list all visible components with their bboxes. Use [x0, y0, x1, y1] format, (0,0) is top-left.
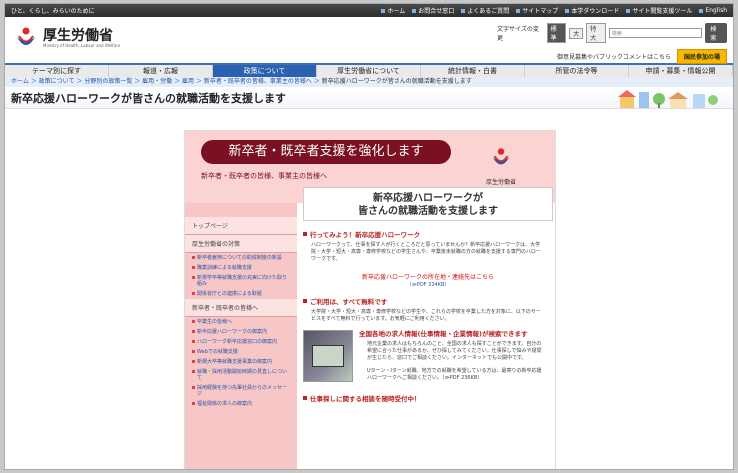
nav-laws[interactable]: 所管の法令等 [525, 65, 629, 77]
utility-link-home[interactable]: ホーム [381, 6, 405, 15]
section-heading-search: 全国各地の求人情報(仕事情報・企業情報)が検索できます [359, 330, 528, 338]
logo-title: 厚生労働省 [43, 27, 113, 44]
ministry-mark: 厚生労働省 [469, 145, 533, 186]
font-size-label: 文字サイズの変更 [497, 26, 539, 42]
ministry-logo-icon [17, 27, 35, 45]
town-illustration-icon [618, 90, 718, 108]
job-search-block: 全国各地の求人情報(仕事情報・企業情報)が検索できます 地元企業の求人はもちろん… [303, 330, 553, 385]
tagline: ひと、くらし、みらいのために [11, 8, 95, 15]
font-size-xlarge-button[interactable]: 特大 [586, 23, 606, 43]
breadcrumb-current: 新卒応援ハローワークが皆さんの就職活動を支援します [321, 78, 472, 85]
nav-statistics[interactable]: 統計情報・白書 [421, 65, 525, 77]
site-header: 厚生労働省 Ministry of Health, Labour and Wel… [5, 17, 733, 64]
utility-link-download[interactable]: 本学ダウンロード [565, 6, 619, 15]
section-text-free: 大学院・大学・短大・高専・専修学校などの学生や、これらの学校を卒業した方を対象に… [311, 309, 541, 322]
breadcrumb-home[interactable]: ホーム [11, 78, 29, 85]
campaign-subtitle: 新卒者・既卒者の皆様、事業主の皆様へ [201, 172, 327, 180]
sidebar-measures-heading: 厚生労働省の対策 [185, 235, 297, 253]
section-heading-free: ご利用は、すべて無料です [303, 296, 553, 306]
section-heading-consult: 仕事探しに関する相談を随時受付中！ [303, 393, 553, 403]
ministry-mark-label: 厚生労働省 [485, 179, 516, 186]
nav-about[interactable]: 厚生労働省について [317, 65, 421, 77]
sidebar-graduate-item[interactable]: 卒業生の皆様へ [185, 317, 297, 327]
sidebar-graduate-item[interactable]: 福祉関係の求人の御案内 [185, 399, 297, 409]
utility-link-english[interactable]: English [699, 6, 727, 15]
global-nav: テーマ別に探す 報道・広報 政策について 厚生労働省について 統計情報・白書 所… [5, 63, 733, 77]
campaign-title: 新卒応援ハローワークが 皆さんの就職活動を支援します [303, 187, 553, 221]
sidebar-measure-item[interactable]: 関係省庁との連携による取組 [185, 289, 297, 299]
section-heading-visit: 行ってみよう！新卒応援ハローワーク [303, 229, 553, 239]
locations-link[interactable]: 新卒応援ハローワークの所在地・連絡先はこちら [303, 272, 553, 281]
campaign-content: 新卒者・既卒者支援を強化します 新卒者・既卒者の皆様、事業主の皆様へ 厚生労働省… [184, 130, 556, 469]
sidebar-measure-item[interactable]: 職業訓練による就職支援 [185, 263, 297, 273]
utility-link-sitemap[interactable]: サイトマップ [516, 6, 558, 15]
font-size-large-button[interactable]: 大 [569, 27, 584, 39]
sidebar-measure-item[interactable]: 新規学卒等就職支援の充実に向けた取り組み [185, 273, 297, 289]
sidebar-graduate-item[interactable]: 採用経験を持つ先輩社員からのメッセージ [185, 383, 297, 399]
opinion-link[interactable]: 御意見募集やパブリックコメントはこちら [557, 52, 671, 61]
campaign-sidebar: トップページ 厚生労働省の対策 新卒者雇用についての助成制度の新設 職業訓練によ… [185, 203, 297, 469]
campaign-banner: 新卒者・既卒者支援を強化します [201, 140, 451, 164]
header-tools: 文字サイズの変更 標準 大 特大 検索 検索 御意見募集やパブリックコメントはこ… [497, 23, 728, 64]
utility-link-faq[interactable]: よくあるご質問 [461, 6, 509, 15]
participation-button[interactable]: 国民参加の場 [676, 49, 727, 64]
locations-pdf-link[interactable]: （≫PDF 334KB） [303, 281, 553, 288]
breadcrumb-labor[interactable]: 雇用・労働 [142, 78, 172, 85]
font-size-normal-button[interactable]: 標準 [546, 23, 567, 43]
nav-press[interactable]: 報道・広報 [109, 65, 213, 77]
breadcrumb: ホーム ＞ 政策について ＞ 分野別の政策一覧 ＞ 雇用・労働 ＞ 雇用 ＞ 新… [5, 77, 733, 87]
search-input[interactable]: 検索 [608, 28, 703, 38]
sidebar-top-link[interactable]: トップページ [185, 217, 297, 235]
nav-applications[interactable]: 申請・募集・情報公開 [629, 65, 733, 77]
sidebar-graduate-item[interactable]: 新卒応援ハローワークの御案内 [185, 327, 297, 337]
ministry-mark-icon [492, 148, 510, 165]
section-text-visit: ハローワークって、仕事を探す人が行くところだと思っていませんか？新卒応援ハローワ… [311, 242, 541, 262]
browser-page: ひと、くらし、みらいのために ホーム お問合せ窓口 よくあるご質問 サイトマップ… [4, 3, 734, 470]
nav-theme[interactable]: テーマ別に探す [5, 65, 109, 77]
site-logo[interactable]: 厚生労働省 Ministry of Health, Labour and Wel… [13, 25, 120, 51]
page-title: 新卒応援ハローワークが皆さんの就職活動を支援します [5, 87, 733, 109]
breadcrumb-employment[interactable]: 雇用 [182, 78, 194, 85]
section-text-uturn: Uターン・Iターン就職、地方での就職を希望している方は、最寄りの新卒応援ハローワ… [367, 368, 542, 381]
sidebar-graduates-heading: 新卒者・既卒者の皆様へ [185, 299, 297, 317]
utility-link-tools[interactable]: サイト閲覧支援ツール [626, 6, 692, 15]
logo-subtitle: Ministry of Health, Labour and Welfare [43, 42, 121, 48]
sidebar-graduate-item[interactable]: 就職・採用活動開始時期の見直しについて [185, 367, 297, 383]
campaign-main: 新卒応援ハローワークが 皆さんの就職活動を支援します 行ってみよう！新卒応援ハロ… [303, 187, 553, 469]
nav-policy[interactable]: 政策について [213, 65, 317, 77]
sidebar-graduate-item[interactable]: 新規大卒等就職支援事業の御案内 [185, 357, 297, 367]
utility-link-contact[interactable]: お問合せ窓口 [412, 6, 454, 15]
section-text-search: 地元企業の求人はもちろんのこと、全国の求人も探すことができます。自分の希望に合っ… [367, 341, 542, 361]
breadcrumb-fields[interactable]: 分野別の政策一覧 [84, 78, 132, 85]
search-button[interactable]: 検索 [705, 23, 728, 43]
utility-links: ホーム お問合せ窓口 よくあるご質問 サイトマップ 本学ダウンロード サイト閲覧… [381, 6, 727, 15]
breadcrumb-graduates[interactable]: 新卒者・既卒者の皆様、事業主の皆様へ [204, 78, 312, 85]
sidebar-graduate-item[interactable]: ハローワーク新卒応援窓口の御案内 [185, 337, 297, 347]
sidebar-graduate-item[interactable]: Webでの就職支援 [185, 347, 297, 357]
sidebar-measure-item[interactable]: 新卒者雇用についての助成制度の新設 [185, 253, 297, 263]
breadcrumb-policy[interactable]: 政策について [39, 78, 75, 85]
computer-photo [303, 330, 353, 382]
top-bar: ひと、くらし、みらいのために ホーム お問合せ窓口 よくあるご質問 サイトマップ… [5, 4, 733, 17]
